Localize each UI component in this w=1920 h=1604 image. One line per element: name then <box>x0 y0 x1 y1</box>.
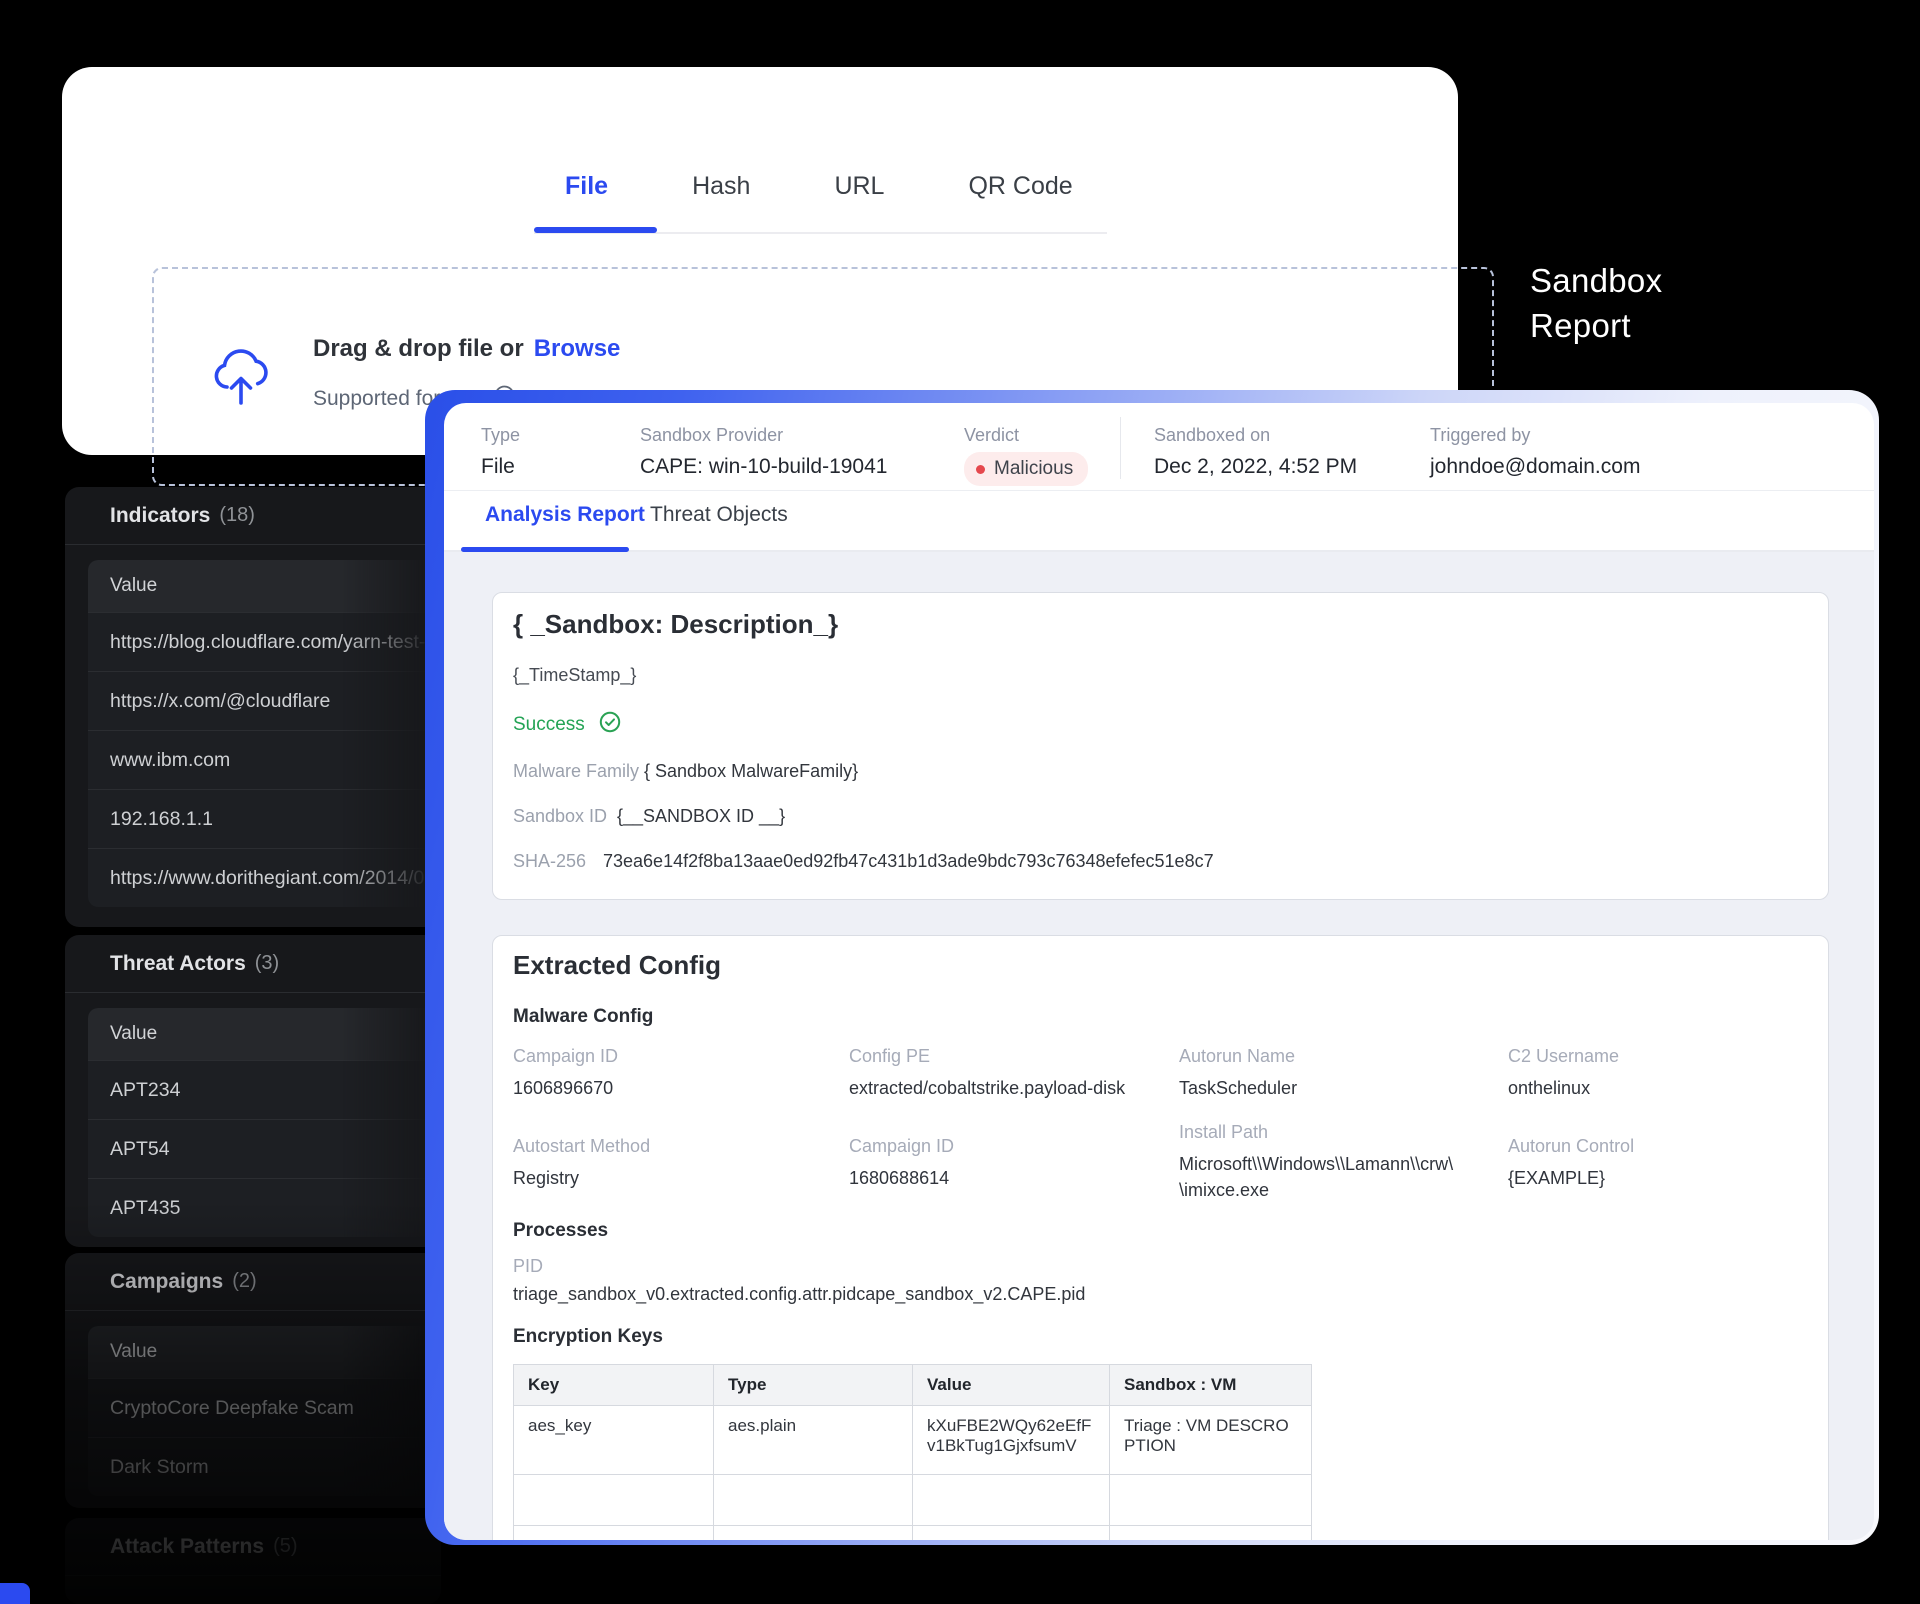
active-tab-underline <box>534 227 657 233</box>
c2-username-cell: C2 Username onthelinux <box>1508 1046 1619 1101</box>
tab-threat-objects[interactable]: Threat Objects <box>650 503 788 527</box>
tab-hash[interactable]: Hash <box>692 172 750 201</box>
field-sandbox-provider: Sandbox Provider CAPE: win-10-build-1904… <box>640 425 887 479</box>
screen: File Hash URL QR Code Drag & drop file o… <box>0 0 1920 1604</box>
tab-file[interactable]: File <box>565 172 608 201</box>
config-pe-cell: Config PE extracted/cobaltstrike.payload… <box>849 1046 1125 1101</box>
autorun-control-cell: Autorun Control {EXAMPLE} <box>1508 1136 1634 1191</box>
campaigns-panel: Campaigns (2) Value CryptoCore Deepfake … <box>65 1253 441 1508</box>
caption-line-1: Sandbox <box>1530 258 1662 303</box>
threat-actors-panel: Threat Actors (3) Value APT234 APT54 APT… <box>65 935 441 1247</box>
corner-accent <box>0 1583 30 1604</box>
processes-title: Processes <box>513 1220 608 1242</box>
column-header-value: Value <box>88 1008 441 1060</box>
indicators-table: Value https://blog.cloudflare.com/yarn-t… <box>88 560 441 907</box>
success-check-icon <box>599 711 621 738</box>
timestamp-text: {_TimeStamp_} <box>513 665 636 686</box>
indicator-row[interactable]: https://blog.cloudflare.com/yarn-test-s <box>88 612 441 671</box>
col-type: Type <box>714 1365 913 1406</box>
campaigns-count: (2) <box>232 1270 256 1293</box>
malicious-dot-icon <box>976 465 985 474</box>
campaigns-table: Value CryptoCore Deepfake Scam Dark Stor… <box>88 1326 441 1496</box>
indicators-count: (18) <box>219 504 255 527</box>
sandbox-id-row: Sandbox ID {__SANDBOX ID __} <box>513 806 607 827</box>
indicators-title: Indicators <box>110 504 210 528</box>
analysis-report-body: { _Sandbox: Description_} {_TimeStamp_} … <box>444 552 1874 1540</box>
indicator-row[interactable]: www.ibm.com <box>88 730 441 789</box>
caption-line-2: Report <box>1530 303 1662 348</box>
pid-value: triage_sandbox_v0.extracted.config.attr.… <box>513 1284 1085 1305</box>
sandbox-description-card: { _Sandbox: Description_} {_TimeStamp_} … <box>492 592 1829 900</box>
campaign-row[interactable]: Dark Storm <box>88 1437 441 1496</box>
campaign-id-cell: Campaign ID 1606896670 <box>513 1046 618 1101</box>
autorun-name-cell: Autorun Name TaskScheduler <box>1179 1046 1297 1101</box>
tab-url[interactable]: URL <box>834 172 884 201</box>
campaign-row[interactable]: CryptoCore Deepfake Scam <box>88 1378 441 1437</box>
sandbox-report-caption: Sandbox Report <box>1530 258 1662 348</box>
upload-tabs: File Hash URL QR Code <box>565 172 1073 201</box>
indicator-row[interactable]: https://www.dorithegiant.com/2014/05/new <box>88 848 441 907</box>
upload-cloud-icon <box>212 347 270 412</box>
attack-patterns-panel: Attack Patterns (5) <box>65 1518 441 1604</box>
report-header: Type File Sandbox Provider CAPE: win-10-… <box>444 403 1874 491</box>
threat-actor-row[interactable]: APT234 <box>88 1060 441 1119</box>
dropzone-title: Drag & drop file or <box>313 335 524 362</box>
threat-actors-title: Threat Actors <box>110 952 246 976</box>
dropzone-title-row: Drag & drop file or Browse <box>313 335 620 363</box>
sha-256-row: SHA-256 73ea6e14f2f8ba13aae0ed92fb47c431… <box>513 851 586 872</box>
autostart-method-cell: Autostart Method Registry <box>513 1136 650 1191</box>
indicator-row[interactable]: 192.168.1.1 <box>88 789 441 848</box>
extracted-config-title: Extracted Config <box>513 950 721 981</box>
malware-config-title: Malware Config <box>513 1006 653 1028</box>
tab-analysis-report[interactable]: Analysis Report <box>485 503 645 527</box>
indicator-row[interactable]: https://x.com/@cloudflare <box>88 671 441 730</box>
threat-actor-row[interactable]: APT54 <box>88 1119 441 1178</box>
campaigns-title: Campaigns <box>110 1270 223 1294</box>
extracted-config-card: Extracted Config Malware Config Campaign… <box>492 935 1829 1540</box>
attack-patterns-count: (5) <box>273 1535 297 1558</box>
col-sandbox-vm: Sandbox : VM <box>1110 1365 1312 1406</box>
pid-label: PID <box>513 1256 543 1277</box>
field-sandboxed-on: Sandboxed on Dec 2, 2022, 4:52 PM <box>1154 425 1357 479</box>
threat-actor-row[interactable]: APT435 <box>88 1178 441 1237</box>
threat-actors-count: (3) <box>255 952 279 975</box>
column-header-value: Value <box>88 1326 441 1378</box>
active-report-tab-underline <box>461 547 629 552</box>
field-verdict: Verdict Malicious <box>964 425 1088 486</box>
indicators-panel: Indicators (18) Value https://blog.cloud… <box>65 487 441 927</box>
campaign-id-2-cell: Campaign ID 1680688614 <box>849 1136 954 1191</box>
threat-actors-table: Value APT234 APT54 APT435 <box>88 1008 441 1237</box>
encryption-keys-title: Encryption Keys <box>513 1326 663 1348</box>
malware-family-row: Malware Family { Sandbox MalwareFamily} <box>513 761 639 782</box>
attack-patterns-title: Attack Patterns <box>110 1535 264 1559</box>
table-row: aes_key aes.plain kXuFBE2WQy62eEfFv1BkTu… <box>514 1406 1312 1475</box>
column-header-value: Value <box>88 560 441 612</box>
malicious-badge: Malicious <box>964 452 1088 486</box>
table-row <box>514 1526 1312 1541</box>
header-divider <box>1120 417 1121 479</box>
browse-link[interactable]: Browse <box>534 335 621 362</box>
sandbox-report-modal: Type File Sandbox Provider CAPE: win-10-… <box>425 390 1879 1545</box>
description-title: { _Sandbox: Description_} <box>513 609 838 640</box>
tab-qr-code[interactable]: QR Code <box>968 172 1072 201</box>
table-row <box>514 1475 1312 1526</box>
encryption-keys-table: Key Type Value Sandbox : VM aes_key aes.… <box>513 1364 1312 1540</box>
install-path-cell: Install Path Microsoft\\Windows\\Lamann\… <box>1179 1122 1424 1203</box>
report-tabs: Analysis Report Threat Objects <box>444 490 1874 552</box>
success-label: Success <box>513 714 585 736</box>
col-key: Key <box>514 1365 714 1406</box>
field-type: Type File <box>481 425 520 479</box>
col-value: Value <box>913 1365 1110 1406</box>
field-triggered-by: Triggered by johndoe@domain.com <box>1430 425 1640 479</box>
